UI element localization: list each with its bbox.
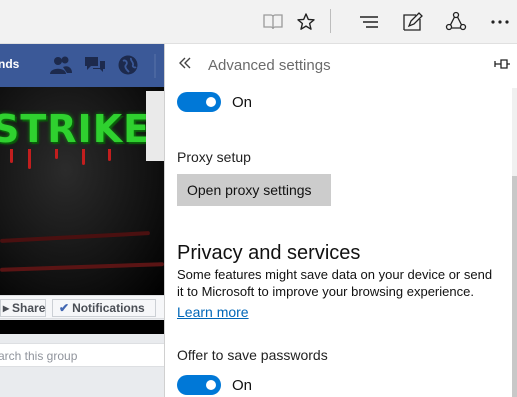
- group-search-input[interactable]: arch this group: [0, 343, 164, 367]
- favorite-star-icon[interactable]: [289, 6, 323, 38]
- panel-scrollbar-thumb[interactable]: [512, 176, 517, 397]
- notifications-label: Notifications: [72, 301, 145, 315]
- notifications-globe-icon[interactable]: [115, 53, 141, 77]
- group-action-bar: ▸ Share ✔ Notifications: [0, 295, 164, 319]
- cover-drip: [82, 149, 85, 165]
- webpage-content: nds STRIKE ▸ Share ✔ Notifications arch …: [0, 44, 164, 397]
- panel-title: Advanced settings: [208, 57, 331, 74]
- pin-icon[interactable]: [493, 57, 513, 75]
- group-cover-photo: STRIKE: [0, 87, 164, 295]
- share-label: Share: [12, 301, 46, 315]
- cover-drip: [10, 149, 13, 163]
- cover-bottom-strip: [0, 320, 164, 334]
- cover-drip: [55, 149, 58, 159]
- friend-requests-icon[interactable]: [48, 53, 74, 77]
- cover-drip: [28, 149, 31, 169]
- browser-toolbar: [0, 0, 517, 44]
- open-proxy-settings-button[interactable]: Open proxy settings: [177, 174, 331, 206]
- web-note-icon[interactable]: [395, 6, 429, 38]
- save-passwords-label: Offer to save passwords: [177, 347, 328, 363]
- top-setting-toggle[interactable]: [177, 92, 221, 112]
- settings-list: On Proxy setup Open proxy settings Priva…: [165, 88, 517, 397]
- privacy-description: Some features might save data on your de…: [177, 267, 493, 299]
- ring-rope: [0, 231, 151, 243]
- messages-icon[interactable]: [82, 53, 108, 77]
- proxy-setup-label: Proxy setup: [177, 149, 251, 165]
- panel-header: Advanced settings: [165, 44, 517, 88]
- cover-logo-art: [146, 91, 164, 161]
- share-arrow-icon: ▸: [3, 301, 10, 315]
- hub-icon[interactable]: [352, 6, 386, 38]
- reading-view-icon[interactable]: [256, 6, 290, 38]
- notifications-button[interactable]: ✔ Notifications: [52, 299, 156, 317]
- learn-more-link[interactable]: Learn more: [177, 304, 249, 320]
- cover-drip: [108, 149, 111, 161]
- save-passwords-toggle[interactable]: [177, 375, 221, 395]
- save-passwords-state: On: [232, 377, 253, 394]
- cover-strike-text: STRIKE: [0, 107, 151, 151]
- checkmark-icon: ✔: [59, 301, 70, 315]
- share-icon[interactable]: [439, 6, 473, 38]
- header-divider: [154, 54, 156, 78]
- group-search-placeholder: arch this group: [0, 349, 78, 363]
- advanced-settings-panel: Advanced settings On Proxy setup Open pr…: [164, 44, 517, 397]
- toolbar-separator: [330, 9, 331, 33]
- facebook-header-bar: nds: [0, 44, 164, 87]
- more-icon[interactable]: [483, 6, 517, 38]
- share-button[interactable]: ▸ Share: [0, 299, 46, 317]
- back-chevron-icon[interactable]: [177, 55, 197, 75]
- ring-rope: [0, 262, 164, 272]
- top-toggle-state: On: [232, 94, 253, 111]
- facebook-bar-text: nds: [0, 57, 20, 71]
- privacy-heading: Privacy and services: [177, 242, 361, 264]
